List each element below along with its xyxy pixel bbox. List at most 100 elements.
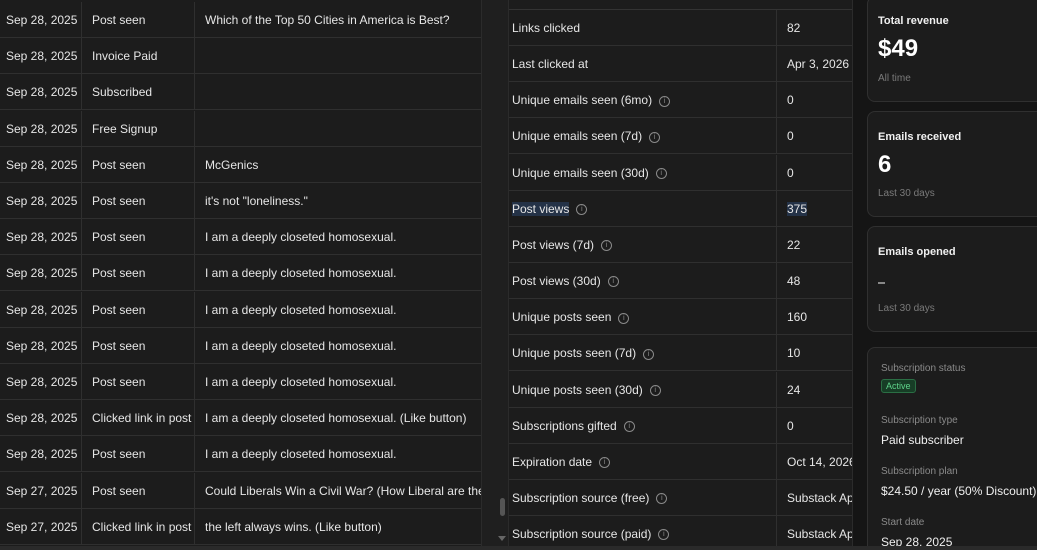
stat-value: 0 xyxy=(777,155,852,191)
subscription-plan-label: Subscription plan xyxy=(881,466,958,477)
stat-value-text: 48 xyxy=(787,274,801,289)
stat-label-text: Unique posts seen (30d) xyxy=(512,382,643,397)
info-icon[interactable]: i xyxy=(656,493,668,505)
activity-row[interactable]: Sep 28, 2025 Post seen Which of the Top 50… xyxy=(0,2,481,38)
stat-value-text: 22 xyxy=(787,237,801,252)
stat-row: Unique emails seen (6mo) i 0 xyxy=(509,82,852,119)
stat-value: 375 xyxy=(777,191,852,227)
activity-date: Sep 28, 2025 xyxy=(0,255,82,292)
info-icon[interactable]: i xyxy=(649,131,661,143)
activity-detail xyxy=(195,38,481,74)
activity-date: Sep 28, 2025 xyxy=(0,146,82,183)
activity-row[interactable]: Sep 27, 2025 Clicked link in post the left… xyxy=(0,508,481,545)
card-value: $49 xyxy=(878,35,919,62)
activity-detail: I am a deeply closeted homosexual. (Like… xyxy=(205,411,467,426)
activity-event: Free Signup xyxy=(82,110,195,147)
subscription-status-label: Subscription status xyxy=(881,363,966,374)
activity-detail: I am a deeply closeted homosexual. xyxy=(205,266,397,281)
activity-detail: it's not "loneliness." xyxy=(205,194,308,208)
activity-row[interactable]: Sep 28, 2025 Post seen I am a deeply close… xyxy=(0,436,481,473)
info-icon[interactable]: i xyxy=(643,348,655,360)
stat-label-text: Subscription source (paid) xyxy=(512,527,652,542)
stat-value-text: 82 xyxy=(787,21,801,35)
activity-date: Sep 28, 2025 xyxy=(0,74,82,111)
scroll-down-arrow-icon[interactable] xyxy=(498,536,506,541)
activity-event: Clicked link in post xyxy=(82,508,195,545)
activity-event: Post seen xyxy=(82,146,195,183)
activity-row[interactable]: Sep 28, 2025 Free Signup xyxy=(0,110,481,147)
info-icon[interactable]: i xyxy=(658,529,670,541)
stat-row: Subscription source (paid) i Substack App xyxy=(509,516,852,546)
activity-row[interactable]: Sep 28, 2025 Post seen I am a deeply close… xyxy=(0,291,481,328)
stat-value: 0 xyxy=(777,408,852,444)
activity-row[interactable]: Sep 28, 2025 Post seen McGenics xyxy=(0,146,481,183)
activity-row[interactable]: Sep 28, 2025 Post seen it's not "lonelines… xyxy=(0,183,481,219)
stat-value: Substack App xyxy=(777,480,852,516)
activity-date: Sep 27, 2025 xyxy=(0,472,82,509)
stat-value-text: 0 xyxy=(787,418,794,433)
stat-row: Links clicked 82 xyxy=(509,10,852,46)
activity-detail: Which of the Top 50 Cities in America is… xyxy=(205,13,450,27)
activity-event: Invoice Paid xyxy=(82,38,195,75)
stat-value: 22 xyxy=(777,227,852,263)
activity-event: Post seen xyxy=(82,183,195,219)
activity-row[interactable]: Sep 28, 2025 Clicked link in post I am a d… xyxy=(0,400,481,437)
info-icon[interactable]: i xyxy=(618,312,630,324)
activity-row[interactable]: Sep 28, 2025 Post seen I am a deeply close… xyxy=(0,219,481,256)
stat-label: Unique posts seen (30d) i xyxy=(509,371,777,408)
stat-value: 0 xyxy=(777,118,852,154)
stat-label: Unique posts seen i xyxy=(509,299,777,336)
activity-event: Post seen xyxy=(82,327,195,364)
info-icon[interactable]: i xyxy=(649,384,661,396)
activity-event: Post seen xyxy=(82,364,195,400)
activity-row[interactable]: Sep 28, 2025 Invoice Paid xyxy=(0,38,481,75)
stat-value: Substack App xyxy=(777,516,852,546)
status-badge: Active xyxy=(881,379,916,393)
stat-label: Post views i xyxy=(509,190,777,227)
stat-label: Unique posts seen (7d) i xyxy=(509,335,777,372)
activity-detail: the left always wins. (Like button) xyxy=(205,519,382,534)
stat-value-text: Substack App xyxy=(787,527,852,542)
stat-label: Subscriptions gifted i xyxy=(509,407,777,444)
emails-received-card: Emails received 6 Last 30 days xyxy=(867,111,1037,217)
info-icon[interactable]: i xyxy=(623,420,635,432)
activity-date: Sep 28, 2025 xyxy=(0,436,82,473)
info-icon[interactable]: i xyxy=(607,276,619,288)
card-title: Emails opened xyxy=(878,246,956,258)
stat-label-text: Unique posts seen xyxy=(512,310,612,325)
card-value-empty xyxy=(878,282,885,284)
activity-row[interactable]: Sep 27, 2025 Post seen Could Liberals Win … xyxy=(0,472,481,509)
stat-value-text: 10 xyxy=(787,346,801,361)
stat-label-text: Unique emails seen (7d) xyxy=(512,129,643,144)
stat-value: Oct 14, 2026 xyxy=(777,444,852,480)
activity-row[interactable]: Sep 28, 2025 Post seen I am a deeply close… xyxy=(0,255,481,292)
info-icon[interactable]: i xyxy=(576,204,588,216)
stat-label: Subscription source (paid) i xyxy=(509,516,777,546)
scrollbar[interactable] xyxy=(481,0,509,546)
stat-label-text: Post views xyxy=(512,201,570,216)
info-icon[interactable]: i xyxy=(601,240,613,252)
activity-date: Sep 28, 2025 xyxy=(0,38,82,75)
activity-row[interactable]: Sep 28, 2025 Subscribed xyxy=(0,74,481,111)
stat-row: Unique posts seen (30d) i 24 xyxy=(509,371,852,408)
stat-value-text: 375 xyxy=(787,201,808,216)
stat-value: 160 xyxy=(777,299,852,335)
scrollbar-thumb[interactable] xyxy=(500,498,505,516)
activity-detail: I am a deeply closeted homosexual. xyxy=(205,447,397,462)
info-icon[interactable]: i xyxy=(599,457,611,469)
activity-date: Sep 28, 2025 xyxy=(0,400,82,437)
total-revenue-card: Total revenue $49 All time xyxy=(867,0,1037,102)
stat-label-text: Post views (7d) xyxy=(512,237,595,252)
activity-row[interactable]: Sep 28, 2025 Post seen I am a deeply close… xyxy=(0,327,481,364)
stat-label: Unique emails seen (30d) i xyxy=(509,154,777,191)
activity-date: Sep 28, 2025 xyxy=(0,2,82,38)
stat-value: 10 xyxy=(777,335,852,371)
activity-row[interactable]: Sep 28, 2025 Post seen I am a deeply close… xyxy=(0,364,481,400)
info-icon[interactable]: i xyxy=(659,95,671,107)
activity-event: Post seen xyxy=(82,219,195,256)
bottom-scrollbar[interactable] xyxy=(0,546,1037,550)
stat-row: Subscription source (free) i Substack App xyxy=(509,479,852,516)
info-icon[interactable]: i xyxy=(655,167,667,179)
activity-date: Sep 28, 2025 xyxy=(0,110,82,147)
stat-value-text: 24 xyxy=(787,382,801,397)
